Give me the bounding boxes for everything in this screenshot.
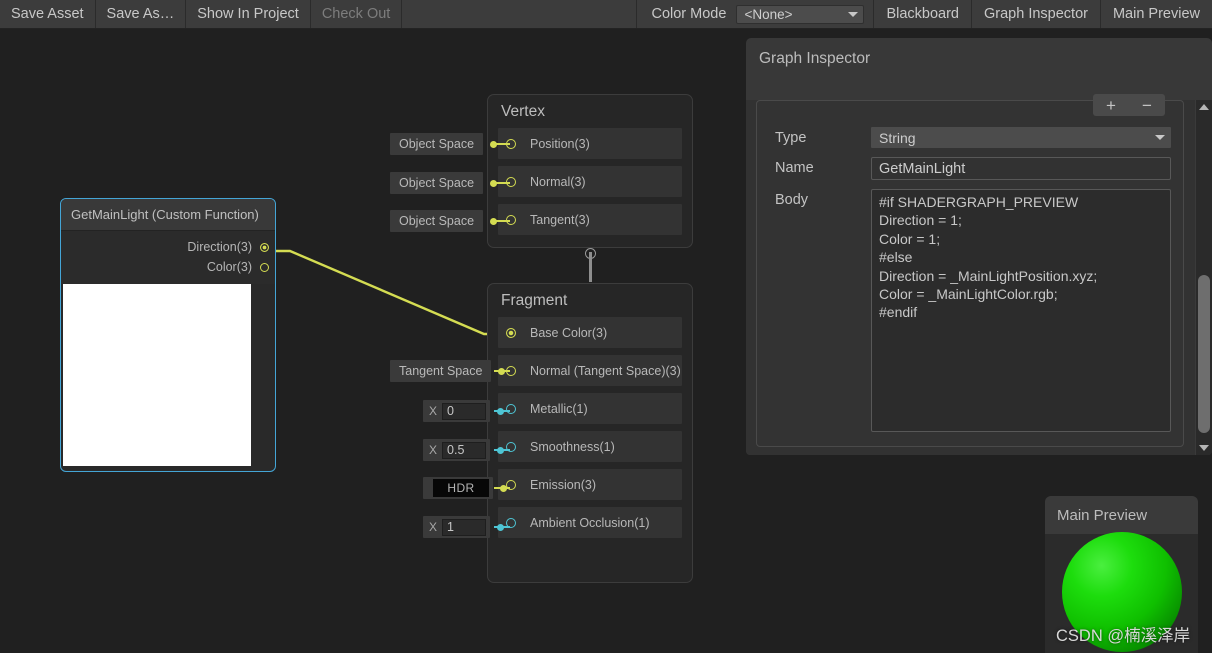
slot-fragment-smoothness[interactable]: X 0.5 <box>423 439 505 461</box>
chevron-down-icon <box>848 11 859 17</box>
slot-fragment-ambient-occlusion[interactable]: X 1 <box>423 516 505 538</box>
slot-fragment-normal[interactable]: Tangent Space <box>390 360 506 382</box>
add-remove-group: + − <box>1093 94 1165 116</box>
save-as-button[interactable]: Save As… <box>95 0 187 28</box>
slot-number-value[interactable]: 0.5 <box>442 441 487 459</box>
type-field-row: Type String <box>757 127 1183 148</box>
node-output-direction-label: Direction(3) <box>187 240 252 254</box>
type-label: Type <box>775 130 807 146</box>
slot-space-dropdown[interactable]: Object Space <box>390 172 484 194</box>
slot-number-field[interactable]: X 1 <box>423 516 491 538</box>
node-output-color-label: Color(3) <box>206 260 252 274</box>
block-row-normal[interactable]: Normal(3) <box>498 166 682 197</box>
name-input[interactable]: GetMainLight <box>871 157 1171 180</box>
scrollbar-thumb[interactable] <box>1198 275 1210 433</box>
block-row-normal-tangent[interactable]: Normal (Tangent Space)(3) <box>498 355 682 386</box>
slot-vertex-position[interactable]: Object Space <box>390 133 498 155</box>
block-row-metallic[interactable]: Metallic(1) <box>498 393 682 424</box>
custom-function-node[interactable]: GetMainLight (Custom Function) Direction… <box>60 198 276 472</box>
node-output-color[interactable]: Color(3) <box>61 257 275 277</box>
color-mode-dropdown[interactable]: <None> <box>736 4 865 24</box>
body-field-row: Body #if SHADERGRAPH_PREVIEW Direction =… <box>757 189 1183 432</box>
node-preview-thumbnail[interactable] <box>63 284 251 466</box>
slot-number-field[interactable]: X 0 <box>423 400 491 422</box>
custom-function-node-title: GetMainLight (Custom Function) <box>61 199 275 231</box>
chevron-down-icon <box>1199 445 1209 451</box>
chevron-down-icon <box>1155 135 1165 140</box>
blackboard-toggle[interactable]: Blackboard <box>873 0 971 28</box>
axis-label-x: X <box>429 404 438 418</box>
remove-entry-button[interactable]: − <box>1134 97 1160 114</box>
edge-direction-to-base-color <box>268 249 500 336</box>
watermark: CSDN @楠溪泽岸 <box>1056 627 1191 645</box>
port-dot-icon[interactable] <box>506 403 516 414</box>
body-label: Body <box>775 192 809 208</box>
slot-number-field[interactable]: X 0.5 <box>423 439 491 461</box>
graph-inspector-toggle[interactable]: Graph Inspector <box>970 0 1100 28</box>
axis-label-x: X <box>429 520 438 534</box>
slot-space-dropdown[interactable]: Tangent Space <box>390 360 492 382</box>
slot-stub <box>494 143 510 145</box>
axis-label-x: X <box>429 443 438 457</box>
port-dot-icon[interactable] <box>260 262 269 272</box>
slot-stub <box>494 526 510 528</box>
scroll-down-button[interactable] <box>1196 441 1212 455</box>
fragment-block-title: Fragment <box>501 292 568 309</box>
slot-space-dropdown[interactable]: Object Space <box>390 133 484 155</box>
slot-vertex-normal[interactable]: Object Space <box>390 172 498 194</box>
scroll-up-button[interactable] <box>1196 100 1212 114</box>
slot-fragment-metallic[interactable]: X 0 <box>423 400 505 422</box>
main-preview-toggle[interactable]: Main Preview <box>1099 0 1212 28</box>
link-bar <box>589 252 592 282</box>
slot-stub <box>494 182 510 184</box>
show-in-project-button[interactable]: Show In Project <box>186 0 311 28</box>
color-mode-label: Color Mode <box>651 6 727 22</box>
main-preview-title: Main Preview <box>1045 496 1198 534</box>
slot-vertex-tangent[interactable]: Object Space <box>390 210 498 232</box>
toolbar-spacer <box>402 0 638 28</box>
block-row-smoothness[interactable]: Smoothness(1) <box>498 431 682 462</box>
graph-inspector-content: + − Type String Name GetMainLight Body #… <box>756 94 1184 447</box>
type-dropdown[interactable]: String <box>871 127 1171 148</box>
toolbar-right-group: Color Mode <None> Blackboard Graph Inspe… <box>637 0 1212 28</box>
vertex-block[interactable]: Vertex Position(3) Normal(3) Tangent(3) <box>487 94 693 248</box>
fragment-block[interactable]: Fragment Base Color(3) Normal (Tangent S… <box>487 283 693 583</box>
port-dot-icon[interactable] <box>506 327 516 338</box>
slot-stub <box>494 487 510 489</box>
block-row-label: Normal (Tangent Space)(3) <box>530 363 681 378</box>
slot-stub <box>494 370 510 372</box>
name-label: Name <box>775 160 814 176</box>
block-row-position[interactable]: Position(3) <box>498 128 682 159</box>
graph-inspector-body: + − Type String Name GetMainLight Body #… <box>746 94 1212 455</box>
block-row-emission[interactable]: Emission(3) <box>498 469 682 500</box>
check-out-button: Check Out <box>310 0 403 28</box>
name-field-row: Name GetMainLight <box>757 157 1183 180</box>
block-row-label: Ambient Occlusion(1) <box>530 515 650 530</box>
graph-inspector-title: Graph Inspector <box>759 50 871 67</box>
slot-color-field[interactable]: HDR <box>423 477 493 499</box>
hdr-badge: HDR <box>433 479 489 497</box>
slot-stub <box>494 449 510 451</box>
slot-stub <box>494 220 510 222</box>
chevron-up-icon <box>1199 104 1209 110</box>
slot-space-dropdown[interactable]: Object Space <box>390 210 484 232</box>
custom-function-node-ports: Direction(3) Color(3) <box>61 231 275 284</box>
graph-inspector-panel[interactable]: Graph Inspector + − Type String Name Get… <box>746 38 1212 455</box>
block-row-ambient-occlusion[interactable]: Ambient Occlusion(1) <box>498 507 682 538</box>
slot-number-value[interactable]: 0 <box>442 402 487 420</box>
port-dot-icon[interactable] <box>260 242 269 252</box>
slot-stub <box>494 410 510 412</box>
add-entry-button[interactable]: + <box>1098 97 1124 114</box>
block-row-base-color[interactable]: Base Color(3) <box>498 317 682 348</box>
save-asset-button[interactable]: Save Asset <box>0 0 96 28</box>
slot-number-value[interactable]: 1 <box>442 518 487 536</box>
type-value: String <box>879 129 916 146</box>
vertex-block-title: Vertex <box>501 103 545 120</box>
node-output-direction[interactable]: Direction(3) <box>61 237 275 257</box>
toolbar: Save Asset Save As… Show In Project Chec… <box>0 0 1212 29</box>
block-row-tangent[interactable]: Tangent(3) <box>498 204 682 235</box>
body-textarea[interactable]: #if SHADERGRAPH_PREVIEW Direction = 1; C… <box>871 189 1171 432</box>
inspector-scrollbar[interactable] <box>1195 100 1212 455</box>
color-mode-value: <None> <box>744 6 793 22</box>
